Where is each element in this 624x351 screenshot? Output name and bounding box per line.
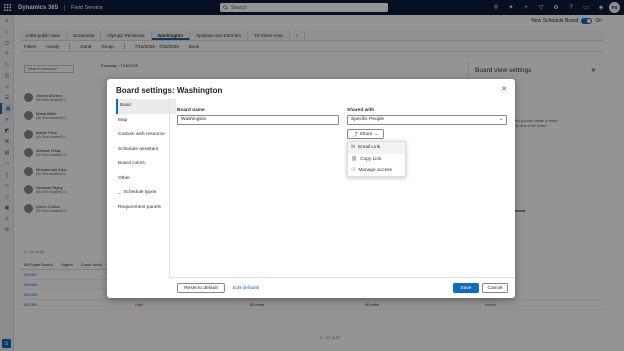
edit-defaults-link[interactable]: Edit defaults <box>231 283 261 293</box>
menu-item-label: Copy Link <box>360 156 382 162</box>
close-icon[interactable]: ✕ <box>501 85 507 93</box>
nav-item-requirement-panels[interactable]: Requirement panels <box>116 201 176 216</box>
board-name-label: Board name <box>177 108 205 113</box>
footer-divider <box>169 277 515 278</box>
nav-item-map[interactable]: Map <box>116 114 176 129</box>
nav-item-schedule-assistant[interactable]: Schedule assistant <box>116 143 176 158</box>
menu-item-label: Manage access <box>358 168 392 174</box>
link-icon: ⛓ <box>351 156 358 162</box>
reset-to-default-button[interactable]: Reset to default <box>177 283 225 293</box>
nav-item-other[interactable]: Other <box>116 172 176 187</box>
dialog-title: Board settings: Washington <box>116 86 223 95</box>
chevron-down-icon: ⌄ <box>374 131 379 137</box>
shared-with-value: Specific People <box>351 117 385 122</box>
board-name-field[interactable]: Washington <box>177 115 339 125</box>
nav-divider <box>169 99 170 277</box>
save-button[interactable]: Save <box>453 283 479 293</box>
menu-item-copy-link[interactable]: ⛓ Copy Link <box>348 154 405 166</box>
settings-nav: Basic Map Custom web resource Schedule a… <box>116 99 176 215</box>
nav-item-schedule-types[interactable]: ⌄ Schedule types <box>116 186 176 201</box>
share-button-label: Share <box>359 131 373 137</box>
board-settings-dialog: Board settings: Washington ✕ Basic Map C… <box>107 79 515 298</box>
nav-item-label: Schedule types <box>123 190 157 195</box>
people-icon: ⚇ <box>351 168 356 174</box>
chevron-down-icon: ⌄ <box>118 190 122 195</box>
share-button[interactable]: ⤴ Share ⌄ <box>347 129 384 139</box>
nav-item-board-colors[interactable]: Board colors <box>116 157 176 172</box>
menu-item-email-link[interactable]: ✉ Email Link <box>348 142 405 154</box>
menu-item-label: Email Link <box>358 145 381 151</box>
shared-with-label: Shared with <box>347 108 375 113</box>
shared-with-dropdown[interactable]: Specific People ⌄ <box>347 115 507 125</box>
share-icon: ⤴ <box>352 132 358 138</box>
nav-item-custom-web-resource[interactable]: Custom web resource <box>116 128 176 143</box>
cancel-button[interactable]: Cancel <box>482 283 508 293</box>
menu-item-manage-access[interactable]: ⚇ Manage access <box>348 165 405 177</box>
nav-item-basic[interactable]: Basic <box>116 99 176 114</box>
share-menu: ✉ Email Link ⛓ Copy Link ⚇ Manage access <box>347 141 406 177</box>
chevron-down-icon: ⌄ <box>498 117 503 122</box>
mail-icon: ✉ <box>351 145 356 151</box>
